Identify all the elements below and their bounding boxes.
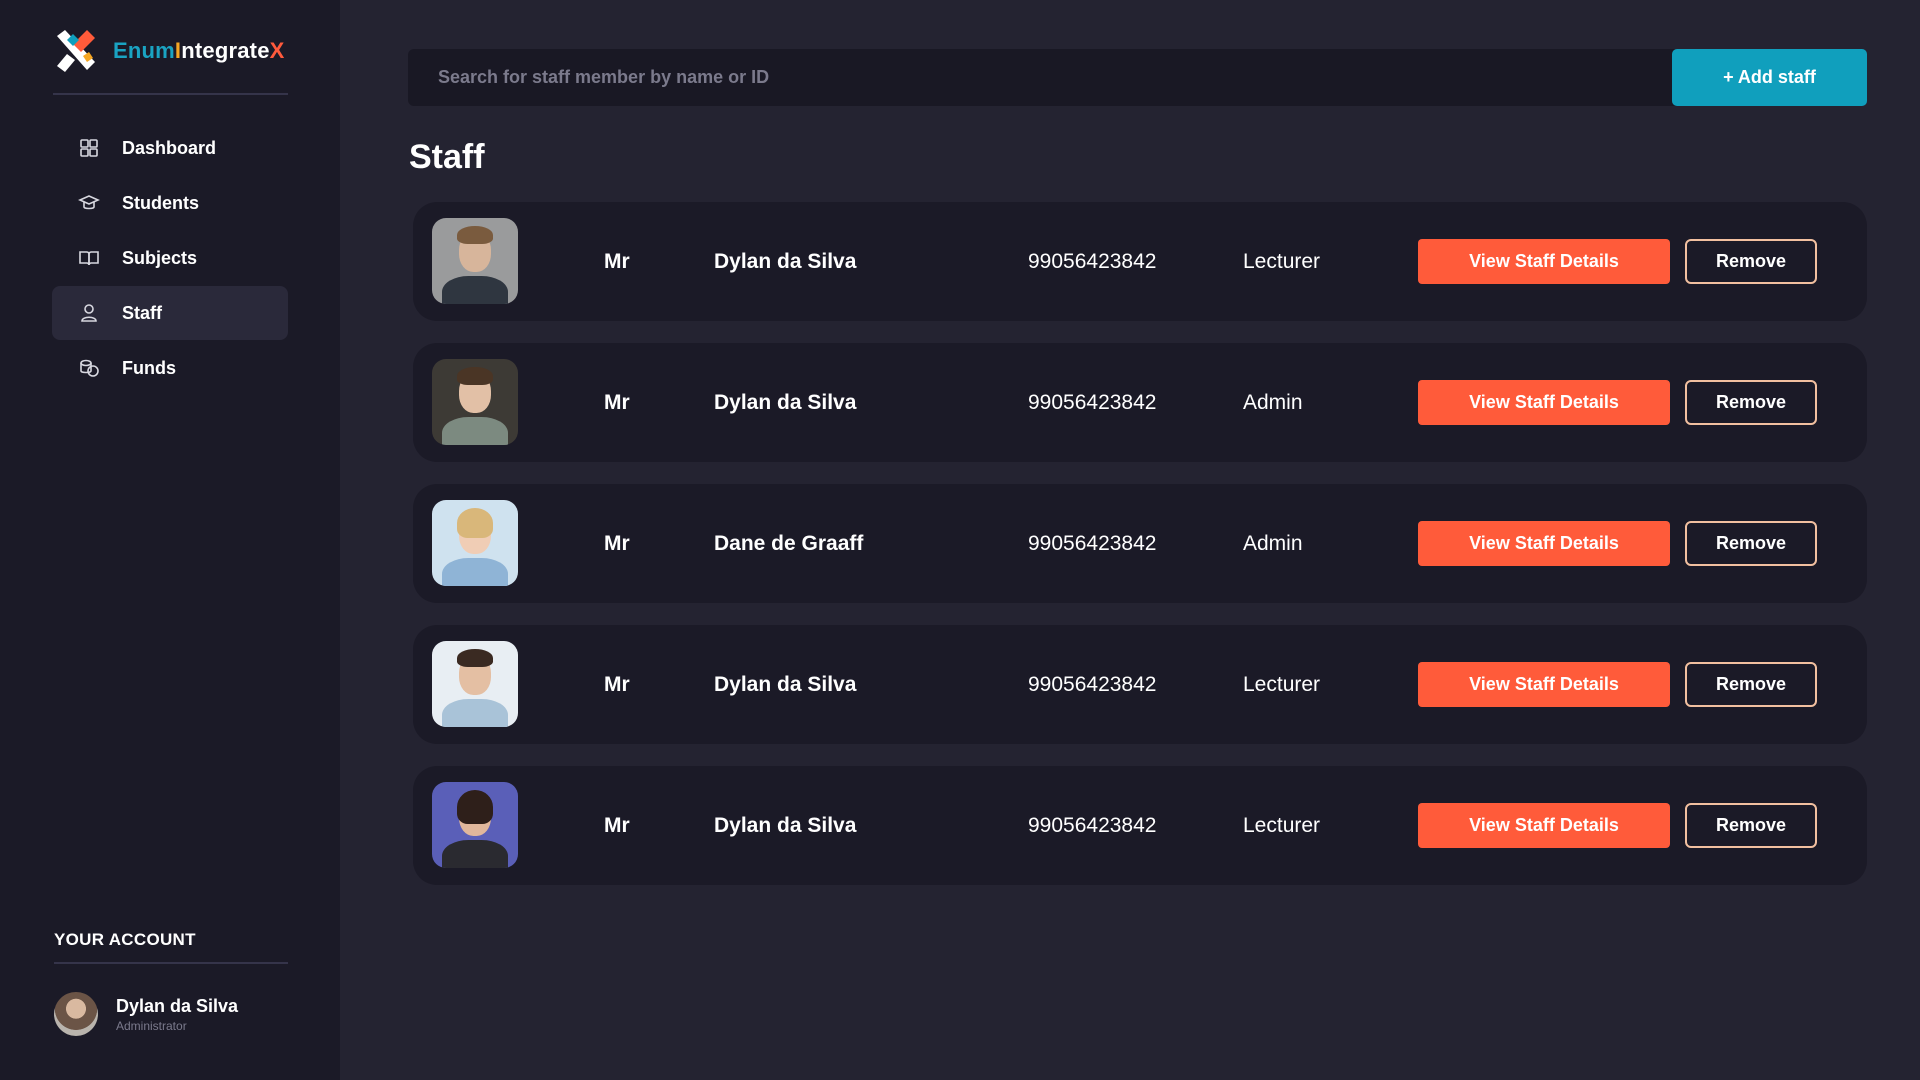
staff-name: Dylan da Silva bbox=[714, 249, 857, 273]
staff-photo bbox=[432, 218, 518, 304]
brand-name-part: X bbox=[269, 37, 285, 63]
user-icon bbox=[78, 302, 100, 324]
remove-staff-button[interactable]: Remove bbox=[1685, 662, 1817, 707]
view-staff-details-button[interactable]: View Staff Details bbox=[1418, 380, 1670, 425]
staff-title: Mr bbox=[604, 249, 630, 273]
staff-id: 99056423842 bbox=[1028, 813, 1157, 837]
graduation-cap-icon bbox=[78, 192, 100, 214]
staff-row: Mr Dylan da Silva 99056423842 Lecturer V… bbox=[413, 202, 1867, 321]
sidebar-item-funds[interactable]: Funds bbox=[52, 341, 288, 395]
view-staff-details-button[interactable]: View Staff Details bbox=[1418, 521, 1670, 566]
staff-title: Mr bbox=[604, 531, 630, 555]
account-section-title: YOUR ACCOUNT bbox=[54, 930, 288, 964]
remove-staff-button[interactable]: Remove bbox=[1685, 239, 1817, 284]
main-content: + Add staff Staff Mr Dylan da Silva 9905… bbox=[340, 0, 1920, 1080]
staff-id: 99056423842 bbox=[1028, 390, 1157, 414]
sidebar-item-dashboard[interactable]: Dashboard bbox=[52, 121, 288, 175]
staff-title: Mr bbox=[604, 390, 630, 414]
remove-staff-button[interactable]: Remove bbox=[1685, 380, 1817, 425]
staff-name: Dane de Graaff bbox=[714, 531, 864, 555]
book-icon bbox=[78, 247, 100, 269]
staff-row: Mr Dylan da Silva 99056423842 Lecturer V… bbox=[413, 625, 1867, 744]
coins-icon bbox=[78, 357, 100, 379]
brand-name: EnumIntegrateX bbox=[113, 38, 285, 64]
sidebar-item-label: Subjects bbox=[122, 247, 198, 268]
sidebar-item-students[interactable]: Students bbox=[52, 176, 288, 230]
account-card[interactable]: Dylan da Silva Administrator bbox=[54, 992, 238, 1036]
staff-photo bbox=[432, 782, 518, 868]
staff-role: Admin bbox=[1243, 531, 1303, 555]
staff-role: Admin bbox=[1243, 390, 1303, 414]
grid-icon bbox=[78, 137, 100, 159]
staff-name: Dylan da Silva bbox=[714, 672, 857, 696]
brand-name-part: Enum bbox=[113, 37, 175, 63]
staff-name: Dylan da Silva bbox=[714, 390, 857, 414]
page-title: Staff bbox=[409, 138, 485, 176]
staff-photo bbox=[432, 500, 518, 586]
sidebar-item-label: Funds bbox=[122, 357, 176, 378]
view-staff-details-button[interactable]: View Staff Details bbox=[1418, 239, 1670, 284]
staff-row: Mr Dane de Graaff 99056423842 Admin View… bbox=[413, 484, 1867, 603]
staff-id: 99056423842 bbox=[1028, 531, 1157, 555]
sidebar-item-label: Dashboard bbox=[122, 137, 217, 158]
remove-staff-button[interactable]: Remove bbox=[1685, 803, 1817, 848]
staff-title: Mr bbox=[604, 813, 630, 837]
account-name: Dylan da Silva bbox=[116, 995, 239, 1016]
staff-role: Lecturer bbox=[1243, 813, 1321, 837]
staff-row: Mr Dylan da Silva 99056423842 Lecturer V… bbox=[413, 766, 1867, 885]
staff-row: Mr Dylan da Silva 99056423842 Admin View… bbox=[413, 343, 1867, 462]
staff-id: 99056423842 bbox=[1028, 672, 1157, 696]
staff-id: 99056423842 bbox=[1028, 249, 1157, 273]
sidebar-item-staff[interactable]: Staff bbox=[52, 286, 288, 340]
view-staff-details-button[interactable]: View Staff Details bbox=[1418, 803, 1670, 848]
view-staff-details-button[interactable]: View Staff Details bbox=[1418, 662, 1670, 707]
staff-photo bbox=[432, 359, 518, 445]
account-info: Dylan da Silva Administrator bbox=[116, 996, 238, 1033]
remove-staff-button[interactable]: Remove bbox=[1685, 521, 1817, 566]
sidebar-nav: Dashboard Students Subjects Staff Funds bbox=[52, 121, 288, 396]
account-role: Administrator bbox=[116, 1018, 187, 1033]
staff-role: Lecturer bbox=[1243, 249, 1321, 273]
sidebar-item-label: Students bbox=[122, 192, 200, 213]
app-root: EnumIntegrateX Dashboard Students Subjec… bbox=[0, 0, 1920, 1080]
brand-logo[interactable]: EnumIntegrateX bbox=[53, 26, 288, 95]
search-input[interactable] bbox=[408, 49, 1688, 106]
staff-role: Lecturer bbox=[1243, 672, 1321, 696]
add-staff-button[interactable]: + Add staff bbox=[1672, 49, 1867, 106]
sidebar: EnumIntegrateX Dashboard Students Subjec… bbox=[0, 0, 340, 1080]
staff-title: Mr bbox=[604, 672, 630, 696]
brand-name-part: ntegrate bbox=[181, 37, 270, 63]
sidebar-item-subjects[interactable]: Subjects bbox=[52, 231, 288, 285]
sidebar-item-label: Staff bbox=[122, 302, 162, 323]
avatar bbox=[54, 992, 98, 1036]
brand-mark-icon bbox=[57, 29, 95, 72]
staff-photo bbox=[432, 641, 518, 727]
staff-name: Dylan da Silva bbox=[714, 813, 857, 837]
staff-list: Mr Dylan da Silva 99056423842 Lecturer V… bbox=[413, 202, 1867, 907]
